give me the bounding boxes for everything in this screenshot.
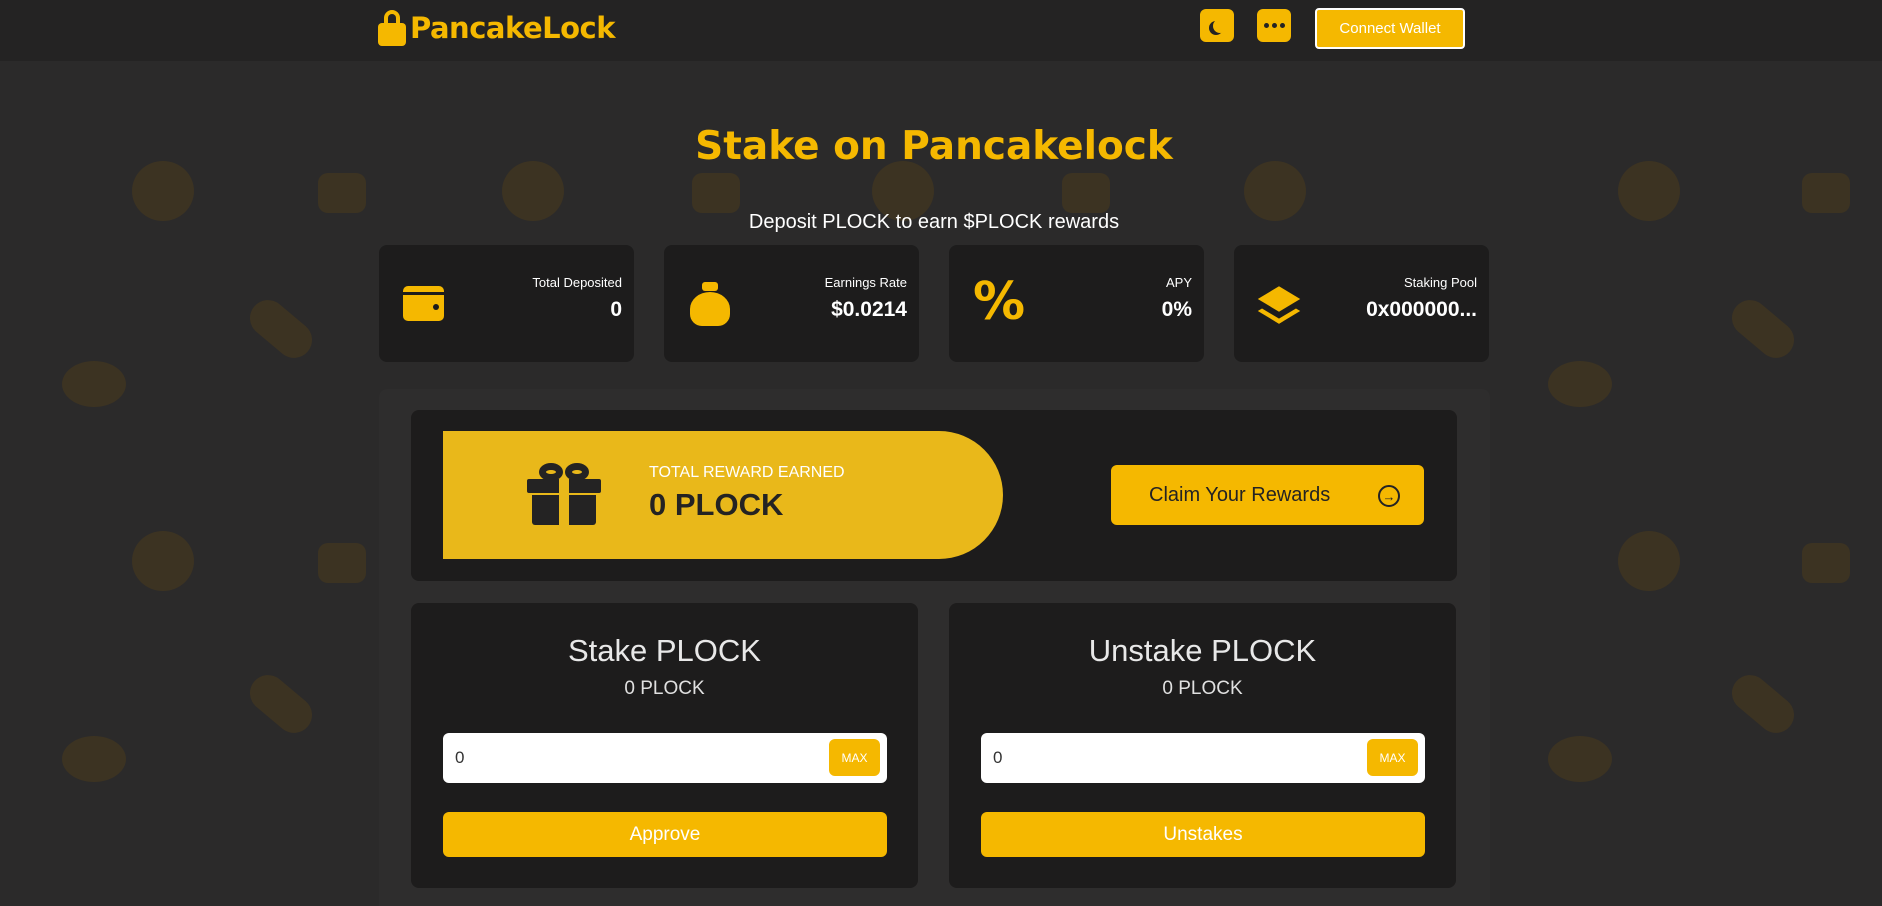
claim-rewards-button[interactable]: Claim Your Rewards → bbox=[1111, 465, 1424, 525]
stake-input-wrapper: MAX bbox=[443, 733, 887, 783]
more-menu-button[interactable] bbox=[1257, 9, 1291, 42]
more-dots-icon bbox=[1263, 23, 1285, 28]
stat-label: APY bbox=[1165, 275, 1192, 290]
stake-amount-input[interactable] bbox=[455, 745, 805, 771]
stake-title: Stake PLOCK bbox=[568, 633, 761, 668]
stat-value: 0 bbox=[610, 298, 622, 321]
stat-card-earnings-rate: Earnings Rate $0.0214 bbox=[664, 245, 919, 362]
stake-balance: 0 PLOCK bbox=[624, 678, 705, 699]
percent-icon: % bbox=[973, 272, 1026, 332]
app-logo-text: PancakeLock bbox=[410, 11, 616, 45]
reward-label: TOTAL REWARD EARNED bbox=[649, 464, 845, 481]
approve-button[interactable]: Approve bbox=[443, 812, 887, 857]
unstake-title: Unstake PLOCK bbox=[1088, 633, 1317, 668]
reward-banner: TOTAL REWARD EARNED 0 PLOCK bbox=[443, 431, 1003, 559]
stat-value: 0% bbox=[1161, 298, 1192, 321]
staking-panel: TOTAL REWARD EARNED 0 PLOCK Claim Your R… bbox=[379, 389, 1490, 906]
stat-value: $0.0214 bbox=[831, 298, 907, 321]
wallet-icon bbox=[403, 282, 447, 326]
unstake-button[interactable]: Unstakes bbox=[981, 812, 1425, 857]
moon-icon bbox=[1213, 19, 1227, 33]
stake-max-button[interactable]: MAX bbox=[829, 739, 880, 776]
unstake-max-button[interactable]: MAX bbox=[1367, 739, 1418, 776]
claim-rewards-label: Claim Your Rewards bbox=[1149, 483, 1331, 506]
gift-icon bbox=[527, 463, 601, 525]
reward-value: 0 PLOCK bbox=[649, 487, 784, 522]
stat-card-total-deposited: Total Deposited 0 bbox=[379, 245, 634, 362]
stat-label: Total Deposited bbox=[532, 275, 622, 290]
stake-card: Stake PLOCK 0 PLOCK MAX Approve bbox=[411, 603, 918, 888]
unstake-amount-input[interactable] bbox=[993, 745, 1343, 771]
theme-toggle-button[interactable] bbox=[1200, 9, 1234, 42]
connect-wallet-button[interactable]: Connect Wallet bbox=[1315, 8, 1465, 49]
layers-icon bbox=[1257, 282, 1302, 326]
stat-card-staking-pool: Staking Pool 0x000000... bbox=[1234, 245, 1489, 362]
lock-icon bbox=[378, 10, 406, 46]
money-bag-icon bbox=[688, 282, 732, 326]
page-subtitle: Deposit PLOCK to earn $PLOCK rewards bbox=[748, 211, 1120, 233]
unstake-balance: 0 PLOCK bbox=[1162, 678, 1243, 699]
unstake-card: Unstake PLOCK 0 PLOCK MAX Unstakes bbox=[949, 603, 1456, 888]
stat-card-apy: % APY 0% bbox=[949, 245, 1204, 362]
arrow-right-circle-icon: → bbox=[1378, 485, 1400, 507]
stat-value[interactable]: 0x000000... bbox=[1366, 298, 1477, 322]
app-logo[interactable]: PancakeLock bbox=[378, 10, 616, 46]
navbar: PancakeLock Connect Wallet bbox=[0, 0, 1882, 61]
stat-label: Staking Pool bbox=[1404, 275, 1477, 290]
page-title: Stake on Pancakelock bbox=[695, 124, 1173, 169]
stat-label: Earnings Rate bbox=[824, 275, 907, 290]
reward-section: TOTAL REWARD EARNED 0 PLOCK Claim Your R… bbox=[411, 410, 1457, 581]
unstake-input-wrapper: MAX bbox=[981, 733, 1425, 783]
